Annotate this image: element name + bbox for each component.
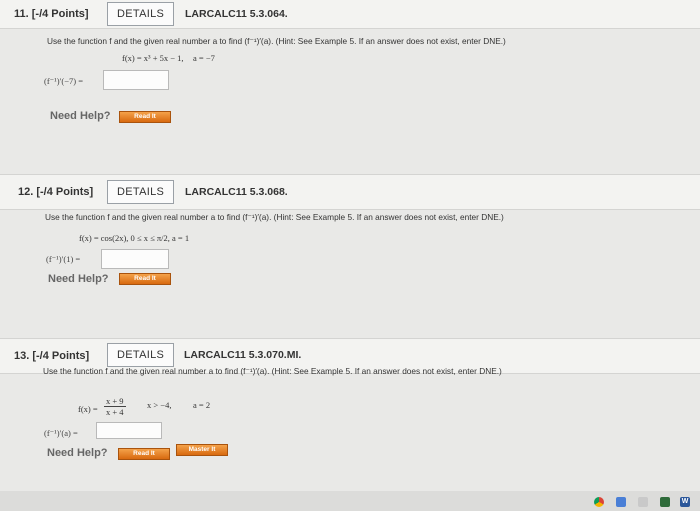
question-header: 12. [-/4 Points] DETAILS LARCALC11 5.3.0…	[0, 174, 700, 210]
need-help-label: Need Help?	[47, 447, 108, 459]
details-button[interactable]: DETAILS	[107, 2, 175, 26]
question-prompt: Use the function f and the given real nu…	[47, 36, 506, 46]
function-definition: f(x) = cos(2x), 0 ≤ x ≤ π/2, a = 1	[79, 233, 190, 243]
question-code: LARCALC11 5.3.068.	[185, 186, 288, 198]
question-prompt: Use the function f and the given real nu…	[43, 366, 502, 376]
answer-label: (f⁻¹)′(−7) =	[44, 76, 84, 86]
a-value: a = 2	[193, 400, 211, 410]
question-number: 13. [-/4 Points]	[14, 350, 90, 362]
word-icon[interactable]: W	[680, 497, 690, 507]
question-code: LARCALC11 5.3.064.	[185, 8, 288, 20]
grid-icon[interactable]	[660, 497, 670, 507]
question-header: 11. [-/4 Points] DETAILS LARCALC11 5.3.0…	[0, 0, 700, 29]
need-help-label: Need Help?	[50, 110, 111, 122]
answer-input[interactable]	[101, 249, 169, 269]
question-number: 12. [-/4 Points]	[18, 186, 94, 198]
answer-input[interactable]	[103, 70, 169, 90]
answer-input[interactable]	[96, 422, 162, 439]
details-button[interactable]: DETAILS	[107, 343, 175, 367]
chrome-icon[interactable]	[594, 497, 604, 507]
a-value: a = −7	[193, 53, 215, 63]
function-lhs: f(x) =	[78, 404, 98, 414]
master-it-button[interactable]: Master It	[176, 444, 228, 456]
read-it-button[interactable]: Read It	[119, 273, 171, 285]
read-it-button[interactable]: Read It	[118, 448, 170, 460]
question-number: 11. [-/4 Points]	[14, 8, 89, 20]
need-help-label: Need Help?	[48, 273, 109, 285]
read-it-button[interactable]: Read It	[119, 111, 171, 123]
fraction-denominator: x + 4	[106, 407, 124, 417]
answer-label: (f⁻¹)′(a) =	[44, 428, 78, 438]
fraction-numerator: x + 9	[104, 396, 126, 407]
function-definition: f(x) = x³ + 5x − 1,	[122, 53, 184, 63]
answer-label: (f⁻¹)′(1) =	[46, 254, 81, 264]
question-code: LARCALC11 5.3.070.MI.	[184, 349, 302, 361]
app-icon[interactable]	[638, 497, 648, 507]
function-fraction: x + 9 x + 4	[104, 396, 126, 417]
domain-condition: x > −4,	[147, 400, 172, 410]
files-icon[interactable]	[616, 497, 626, 507]
details-button[interactable]: DETAILS	[107, 180, 175, 204]
question-prompt: Use the function f and the given real nu…	[45, 212, 504, 222]
